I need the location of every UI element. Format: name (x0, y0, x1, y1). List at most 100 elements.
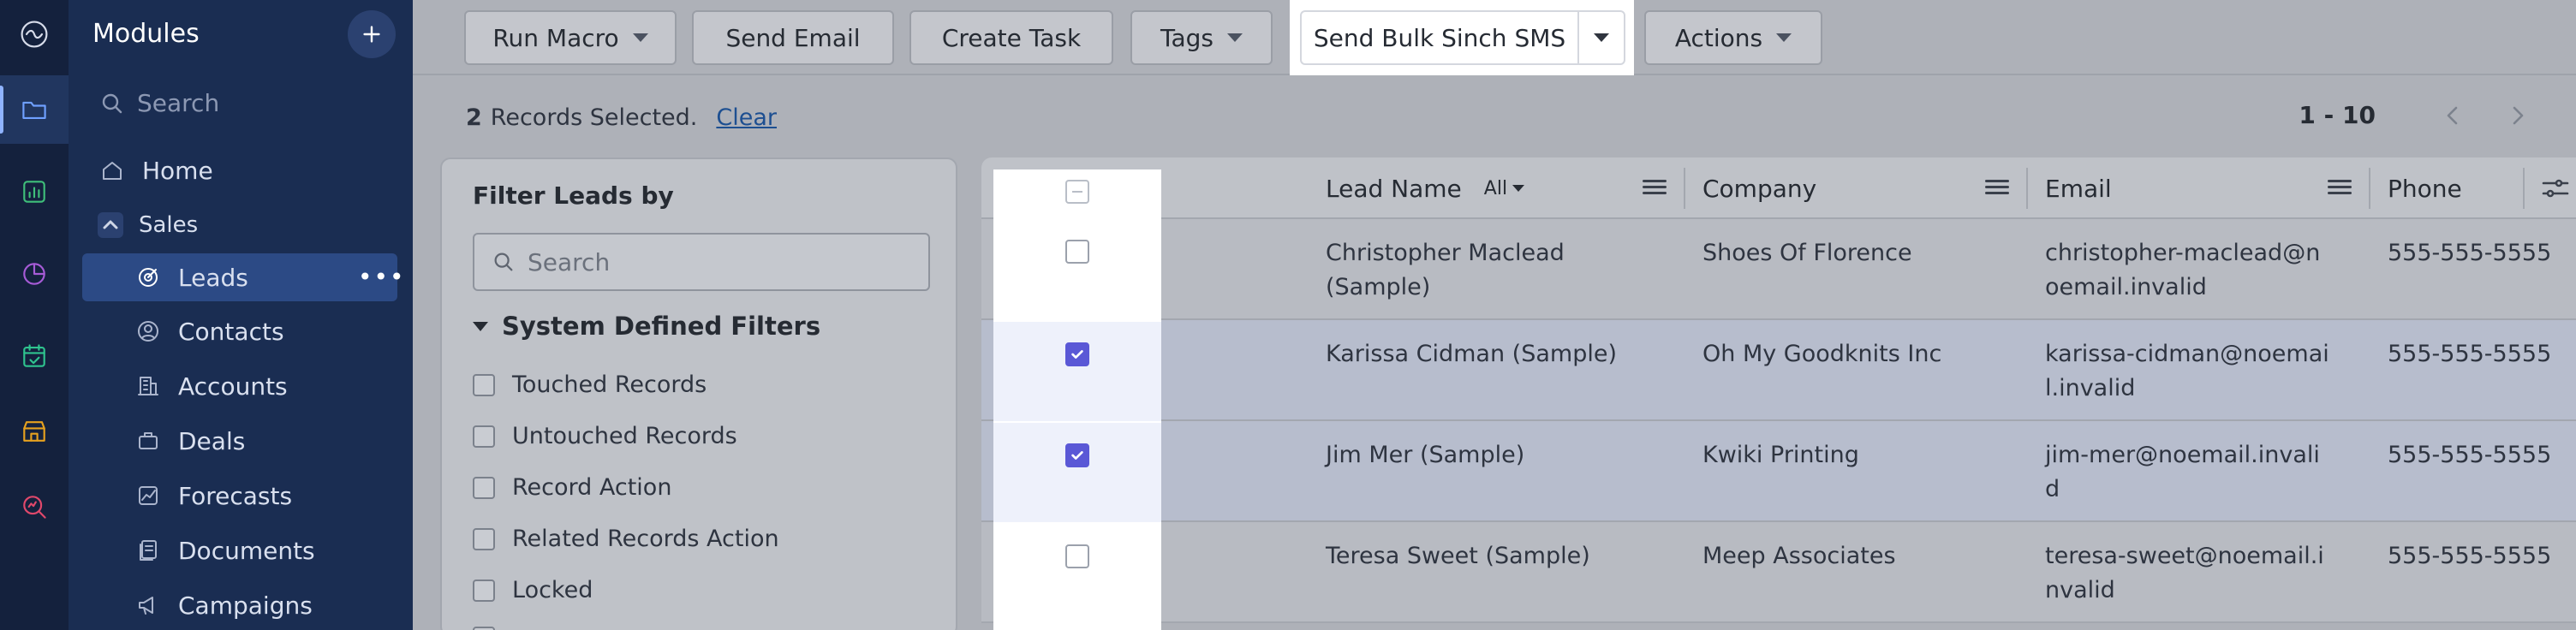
column-divider[interactable] (2523, 168, 2525, 209)
search-analytics-icon[interactable] (0, 472, 69, 541)
sidebar-item-label: Campaigns (178, 591, 313, 620)
phone-cell[interactable]: 555-555-5555 (2388, 539, 2551, 574)
lead-name-filter-dropdown[interactable]: All (1483, 177, 1525, 199)
checkbox[interactable] (473, 425, 495, 448)
chevron-right-icon[interactable] (2504, 102, 2531, 129)
send-bulk-sms-label: Send Bulk Sinch SMS (1313, 23, 1566, 52)
filter-option-touched-records[interactable]: Touched Records (473, 371, 707, 398)
selection-count: 2 (466, 104, 482, 131)
select-all-checkbox[interactable] (1065, 180, 1089, 204)
row-checkbox-cell (993, 219, 1161, 320)
sidebar-item-deals[interactable]: Deals (69, 416, 413, 466)
row-checkbox-column (993, 169, 1161, 630)
filter-option-locked[interactable]: Locked (473, 577, 593, 603)
row-checkbox-checked[interactable] (1065, 443, 1089, 467)
folder-icon[interactable] (0, 75, 69, 144)
checkbox[interactable] (473, 373, 495, 396)
lead-name-line: (Sample) (1326, 274, 1431, 300)
run-macro-button[interactable]: Run Macro (464, 10, 677, 65)
table-row[interactable]: Karissa Cidman (Sample) Oh My Goodknits … (981, 320, 2576, 421)
row-checkbox[interactable] (1065, 240, 1089, 264)
sidebar-item-label: Contacts (178, 317, 284, 346)
checkbox[interactable] (473, 579, 495, 602)
checkbox[interactable] (473, 627, 495, 630)
run-macro-label: Run Macro (492, 23, 619, 52)
store-icon[interactable] (0, 397, 69, 466)
tags-label: Tags (1160, 23, 1213, 52)
column-divider[interactable] (2369, 168, 2370, 209)
column-menu-icon[interactable] (1643, 176, 1667, 200)
filter-option-record-action[interactable]: Record Action (473, 474, 671, 501)
email-cell[interactable]: teresa-sweet@noemail.invalid (2045, 539, 2333, 608)
email-cell[interactable]: karissa-cidman@noemail.invalid (2045, 337, 2333, 406)
filter-option-related-records-action[interactable]: Related Records Action (473, 526, 779, 552)
column-menu-icon[interactable] (1985, 176, 2009, 200)
sidebar-item-campaigns[interactable]: Campaigns (69, 580, 413, 630)
sidebar-item-home[interactable]: Home (69, 146, 413, 195)
filter-option-label: Related Records Action (512, 526, 779, 552)
more-options-icon[interactable]: ••• (358, 263, 406, 291)
create-task-button[interactable]: Create Task (909, 10, 1113, 65)
column-settings-icon[interactable] (2538, 171, 2573, 205)
filter-section-system-defined[interactable]: System Defined Filters (473, 312, 820, 341)
table-header: Lead Name All Company Email Phone (981, 158, 2576, 219)
app-rail (0, 0, 69, 630)
sidebar-item-accounts[interactable]: Accounts (69, 361, 413, 411)
send-bulk-sms-dropdown[interactable] (1577, 10, 1625, 65)
calendar-check-icon[interactable] (0, 322, 69, 390)
column-header-company[interactable]: Company (1702, 158, 1816, 219)
sidebar-item-contacts[interactable]: Contacts (69, 306, 413, 356)
column-menu-icon[interactable] (2328, 176, 2352, 200)
filter-option-untouched-records[interactable]: Untouched Records (473, 423, 737, 449)
phone-cell[interactable]: 555-555-5555 (2388, 438, 2551, 472)
filter-search-input[interactable]: Search (473, 233, 930, 291)
table-row[interactable]: Christopher Maclead (Sample) Shoes Of Flo… (981, 219, 2576, 320)
table-row[interactable]: Teresa Sweet (Sample) Meep Associates te… (981, 522, 2576, 623)
email-cell[interactable]: jim-mer@noemail.invalid (2045, 438, 2333, 507)
clear-selection-link[interactable]: Clear (716, 104, 777, 131)
filter-panel: Filter Leads by Search System Defined Fi… (440, 158, 957, 630)
checkbox[interactable] (473, 527, 495, 550)
sidebar-item-leads[interactable]: Leads ••• (69, 253, 413, 302)
row-checkbox-checked[interactable] (1065, 342, 1089, 366)
checkbox[interactable] (473, 476, 495, 499)
sidebar-item-label: Deals (178, 426, 246, 455)
deals-icon (134, 426, 163, 455)
lead-name-cell[interactable]: Christopher Maclead (Sample) (1326, 236, 1565, 305)
row-checkbox[interactable] (1065, 544, 1089, 568)
tags-button[interactable]: Tags (1130, 10, 1273, 65)
filter-section-label: System Defined Filters (502, 312, 821, 341)
column-header-lead-name[interactable]: Lead Name All (1326, 158, 1525, 219)
actions-button[interactable]: Actions (1644, 10, 1822, 65)
filter-option-next[interactable] (473, 627, 495, 630)
lead-name-cell[interactable]: Teresa Sweet (Sample) (1326, 539, 1590, 574)
column-header-email[interactable]: Email (2045, 158, 2112, 219)
phone-cell[interactable]: 555-555-5555 (2388, 236, 2551, 270)
sidebar-section-sales[interactable]: Sales (69, 200, 413, 250)
sidebar-search[interactable]: Search (99, 89, 219, 117)
add-module-button[interactable] (348, 10, 396, 58)
column-header-phone[interactable]: Phone (2388, 158, 2462, 219)
email-cell[interactable]: christopher-maclead@noemail.invalid (2045, 236, 2333, 305)
home-icon (98, 156, 127, 185)
send-email-button[interactable]: Send Email (692, 10, 894, 65)
column-divider[interactable] (2026, 168, 2028, 209)
phone-cell[interactable]: 555-555-5555 (2388, 337, 2551, 371)
send-bulk-sms-button[interactable]: Send Bulk Sinch SMS (1300, 10, 1579, 65)
filter-option-label: Record Action (512, 474, 672, 501)
filter-dropdown-label: All (1483, 177, 1508, 199)
pie-chart-icon[interactable] (0, 240, 69, 308)
analytics-icon[interactable] (0, 158, 69, 226)
sidebar-item-label: Documents (178, 536, 315, 565)
checkmark-icon (1071, 350, 1083, 359)
column-divider[interactable] (1684, 168, 1685, 209)
chevron-left-icon[interactable] (2439, 102, 2466, 129)
sidebar-item-documents[interactable]: Documents (69, 526, 413, 575)
filter-title: Filter Leads by (473, 181, 674, 210)
column-label: Company (1702, 174, 1817, 203)
zoho-logo-icon[interactable] (0, 0, 69, 68)
table-row[interactable]: Jim Mer (Sample) Kwiki Printing jim-mer@… (981, 421, 2576, 522)
lead-name-cell[interactable]: Karissa Cidman (Sample) (1326, 337, 1617, 371)
sidebar-item-forecasts[interactable]: Forecasts (69, 471, 413, 520)
lead-name-cell[interactable]: Jim Mer (Sample) (1326, 438, 1524, 472)
